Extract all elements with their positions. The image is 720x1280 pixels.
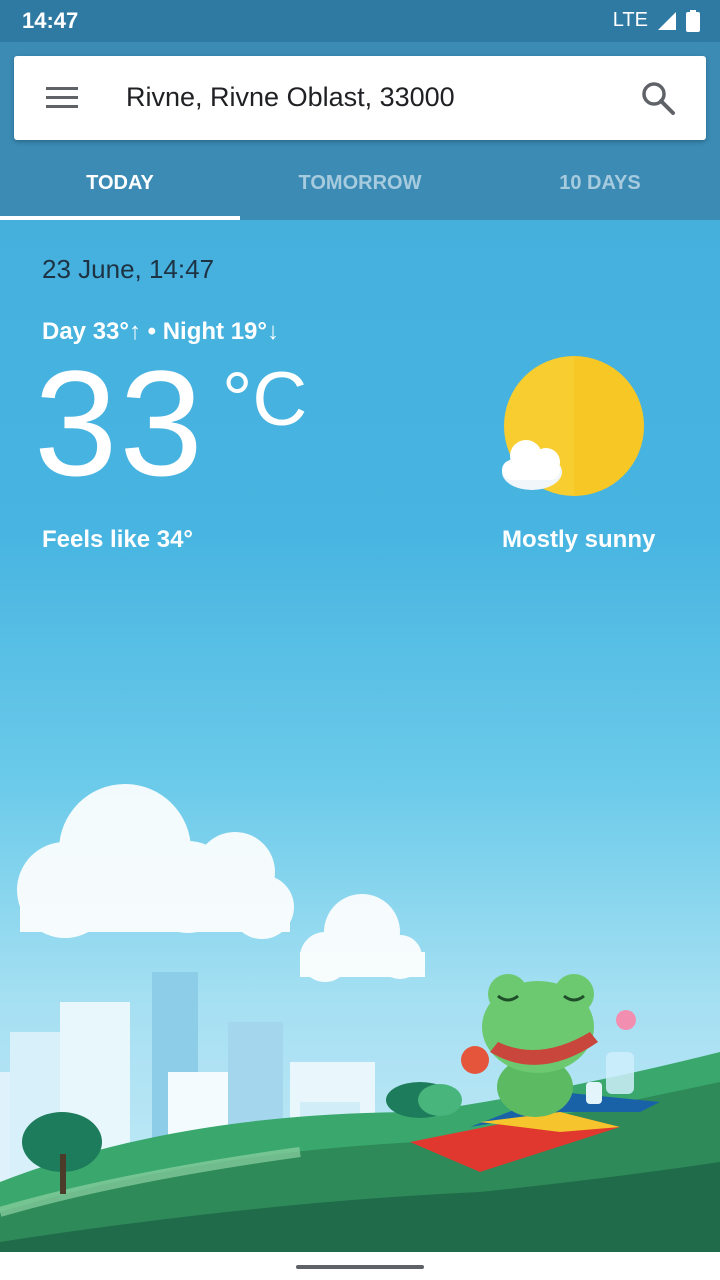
menu-icon[interactable] bbox=[44, 82, 80, 114]
status-time: 14:47 bbox=[22, 8, 79, 33]
network-type: LTE bbox=[612, 9, 648, 31]
search-bar[interactable]: Rivne, Rivne Oblast, 33000 bbox=[14, 56, 706, 140]
tab-today[interactable]: TODAY bbox=[0, 156, 240, 220]
feels-like: Feels like 34° bbox=[42, 526, 194, 553]
current-temperature: 33 bbox=[34, 339, 205, 507]
tab-tomorrow[interactable]: TOMORROW bbox=[240, 156, 480, 220]
forecast-tabs: TODAY TOMORROW 10 DAYS bbox=[0, 156, 720, 220]
status-bar: 14:47 LTE bbox=[0, 0, 720, 42]
date-time: 23 June, 14:47 bbox=[42, 254, 215, 284]
home-gesture-handle[interactable] bbox=[296, 1265, 424, 1269]
nav-bar bbox=[0, 1252, 720, 1280]
sun-with-cloud-icon bbox=[502, 356, 644, 496]
temperature-unit: °C bbox=[222, 357, 308, 442]
current-weather-panel: 23 June, 14:47 Day 33°↑ • Night 19°↓ 33 … bbox=[0, 220, 720, 1252]
app-header: Rivne, Rivne Oblast, 33000 TODAY TOMORRO… bbox=[0, 42, 720, 220]
weather-illustration bbox=[0, 784, 720, 1252]
battery-icon bbox=[686, 9, 700, 32]
condition-label: Mostly sunny bbox=[502, 526, 656, 553]
search-icon[interactable] bbox=[640, 80, 676, 116]
signal-icon bbox=[658, 11, 676, 30]
tab-10-days[interactable]: 10 DAYS bbox=[480, 156, 720, 220]
status-icons: LTE bbox=[613, 9, 700, 32]
location-search-input[interactable]: Rivne, Rivne Oblast, 33000 bbox=[126, 82, 455, 113]
